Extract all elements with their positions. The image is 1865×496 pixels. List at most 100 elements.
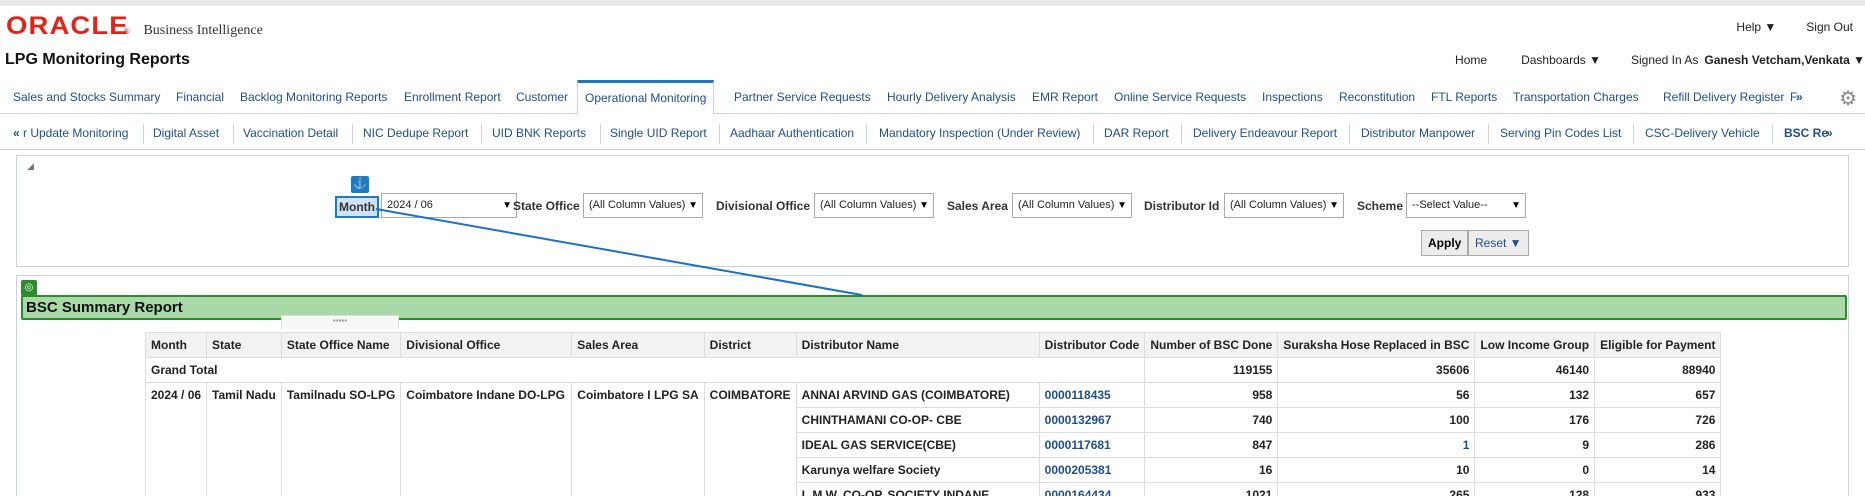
sales-area-cell: Coimbatore I LPG SA <box>571 382 705 496</box>
grand-total-bsc-done: 119155 <box>1144 357 1279 383</box>
subtab-bsc-report[interactable]: BSC Re <box>1784 126 1828 140</box>
divisional-office-select[interactable]: (All Column Values) ▼ <box>814 193 934 218</box>
tab-online-service-requests[interactable]: Online Service Requests <box>1114 80 1246 114</box>
distributor-code-link[interactable]: 0000164434 <box>1038 482 1146 496</box>
subtab-mandatory-inspection[interactable]: Mandatory Inspection (Under Review) <box>879 126 1080 140</box>
oracle-logo: ORACLE ® Business Intelligence <box>6 12 263 41</box>
distributor-id-select-value: (All Column Values) <box>1230 199 1327 211</box>
column-header[interactable]: State <box>206 332 282 358</box>
sales-area-label: Sales Area <box>947 199 1008 213</box>
sales-area-select[interactable]: (All Column Values) ▼ <box>1012 193 1132 218</box>
month-prompt-label[interactable]: Month <box>335 196 379 218</box>
column-header[interactable]: Low Income Group <box>1474 332 1596 358</box>
eligible-cell: 286 <box>1594 432 1722 458</box>
grand-total-label: Grand Total <box>144 357 1146 383</box>
distributor-code-link[interactable]: 0000132967 <box>1038 407 1146 433</box>
tab-financial[interactable]: Financial <box>176 80 224 114</box>
column-header[interactable]: Month <box>144 332 208 358</box>
tabs-prev-chevron-icon[interactable]: « <box>13 126 20 140</box>
distributor-code-link[interactable]: 0000118435 <box>1038 382 1146 408</box>
dropdown-arrow-icon: ▼ <box>1329 200 1339 211</box>
column-header[interactable]: Suraksha Hose Replaced in BSC <box>1277 332 1476 358</box>
tab-backlog-monitoring-reports[interactable]: Backlog Monitoring Reports <box>240 80 387 114</box>
month-cell: 2024 / 06 <box>144 382 208 496</box>
tab-partner-service-requests[interactable]: Partner Service Requests <box>734 80 871 114</box>
home-link[interactable]: Home <box>1455 53 1487 67</box>
distributor-code-link[interactable]: 0000117681 <box>1038 432 1146 458</box>
column-header[interactable]: District <box>703 332 797 358</box>
sub-page-tabs: « r Update Monitoring Digital Asset Vacc… <box>0 118 1865 150</box>
district-cell: COIMBATORE <box>703 382 797 496</box>
distributor-id-select[interactable]: (All Column Values) ▼ <box>1224 193 1344 218</box>
eligible-cell: 933 <box>1594 482 1722 496</box>
logo-wordmark: ORACLE <box>6 12 129 40</box>
subtab-distributor-manpower[interactable]: Distributor Manpower <box>1361 126 1475 140</box>
report-table: Month State State Office Name Divisional… <box>144 332 1722 496</box>
tab-inspections[interactable]: Inspections <box>1262 80 1323 114</box>
dashboard-page-tabs: Sales and Stocks Summary Financial Backl… <box>0 80 1865 115</box>
low-income-cell: 0 <box>1474 457 1596 483</box>
tab-reconstitution[interactable]: Reconstitution <box>1339 80 1415 114</box>
distributor-code-link[interactable]: 0000205381 <box>1038 457 1146 483</box>
subtab-user-update-monitoring[interactable]: r Update Monitoring <box>23 126 128 140</box>
tab-transportation-charges[interactable]: Transportation Charges <box>1513 80 1639 114</box>
subtab-uid-bnk-reports[interactable]: UID BNK Reports <box>492 126 586 140</box>
gear-icon[interactable]: ⚙ <box>1839 86 1857 111</box>
month-select[interactable]: 2024 / 06 ▼ <box>381 193 517 218</box>
state-office-select-value: (All Column Values) <box>589 199 686 211</box>
subtab-single-uid-report[interactable]: Single UID Report <box>610 126 707 140</box>
bsc-done-cell: 740 <box>1144 407 1279 433</box>
tabs-next-chevron-icon[interactable]: » <box>1826 126 1833 140</box>
grand-total-row: Grand Total 119155 35606 46140 88940 <box>144 357 1722 383</box>
tab-operational-monitoring[interactable]: Operational Monitoring <box>577 80 715 115</box>
column-header[interactable]: Distributor Name <box>795 332 1040 358</box>
tab-refill-delivery-register[interactable]: Refill Delivery Register <box>1663 80 1784 114</box>
help-menu[interactable]: Help ▼ <box>1736 20 1776 34</box>
low-income-cell: 128 <box>1474 482 1596 496</box>
tab-sales-and-stocks-summary[interactable]: Sales and Stocks Summary <box>13 80 160 114</box>
subtab-vaccination-detail[interactable]: Vaccination Detail <box>243 126 338 140</box>
tab-hourly-delivery-analysis[interactable]: Hourly Delivery Analysis <box>887 80 1016 114</box>
distributor-name-cell: CHINTHAMANI CO-OP- CBE <box>795 407 1040 433</box>
user-menu[interactable]: Ganesh Vetcham,Venkata ▼ <box>1704 53 1865 67</box>
tabs-more-chevron-icon[interactable]: » <box>1796 80 1803 114</box>
sales-area-select-value: (All Column Values) <box>1018 199 1115 211</box>
low-income-cell: 176 <box>1474 407 1596 433</box>
subtab-serving-pin-codes-list[interactable]: Serving Pin Codes List <box>1500 126 1621 140</box>
tab-customer[interactable]: Customer <box>516 80 568 114</box>
scheme-select[interactable]: --Select Value-- ▼ <box>1406 193 1526 218</box>
collapse-section-icon[interactable]: ◢ <box>27 161 34 172</box>
subtab-digital-asset[interactable]: Digital Asset <box>153 126 219 140</box>
sign-out-link[interactable]: Sign Out <box>1806 20 1853 34</box>
tab-ftl-reports[interactable]: FTL Reports <box>1431 80 1497 114</box>
hose-cell-link[interactable]: 1 <box>1277 432 1476 458</box>
column-header[interactable]: Number of BSC Done <box>1144 332 1279 358</box>
resize-grip-icon[interactable]: ▪▪▪▪▪ <box>281 315 399 329</box>
column-header[interactable]: Eligible for Payment <box>1594 332 1722 358</box>
tab-enrollment-report[interactable]: Enrollment Report <box>404 80 501 114</box>
state-office-select[interactable]: (All Column Values) ▼ <box>583 193 703 218</box>
target-icon[interactable]: ◎ <box>21 280 37 296</box>
month-select-value: 2024 / 06 <box>387 199 433 211</box>
distributor-name-cell: Karunya welfare Society <box>795 457 1040 483</box>
tab-emr-report[interactable]: EMR Report <box>1032 80 1098 114</box>
subtab-aadhaar-authentication[interactable]: Aadhaar Authentication <box>730 126 854 140</box>
subtab-dar-report[interactable]: DAR Report <box>1104 126 1169 140</box>
page-title: LPG Monitoring Reports <box>5 51 190 68</box>
grand-total-low-income: 46140 <box>1474 357 1596 383</box>
anchor-icon[interactable]: ⚓ <box>351 176 369 193</box>
column-header[interactable]: Distributor Code <box>1038 332 1146 358</box>
subtab-nic-dedupe-report[interactable]: NIC Dedupe Report <box>363 126 468 140</box>
hose-cell: 56 <box>1277 382 1476 408</box>
apply-button[interactable]: Apply <box>1421 230 1469 256</box>
global-nav: Home Dashboards ▼ Signed In As Ganesh Ve… <box>1421 53 1865 67</box>
hose-cell: 265 <box>1277 482 1476 496</box>
column-header[interactable]: Divisional Office <box>400 332 573 358</box>
low-income-cell: 132 <box>1474 382 1596 408</box>
column-header[interactable]: State Office Name <box>280 332 402 358</box>
subtab-delivery-endeavour-report[interactable]: Delivery Endeavour Report <box>1193 126 1337 140</box>
reset-button[interactable]: Reset ▼ <box>1468 230 1529 256</box>
subtab-csc-delivery-vehicle[interactable]: CSC-Delivery Vehicle <box>1645 126 1760 140</box>
dashboards-menu[interactable]: Dashboards ▼ <box>1521 53 1601 67</box>
column-header[interactable]: Sales Area <box>571 332 705 358</box>
